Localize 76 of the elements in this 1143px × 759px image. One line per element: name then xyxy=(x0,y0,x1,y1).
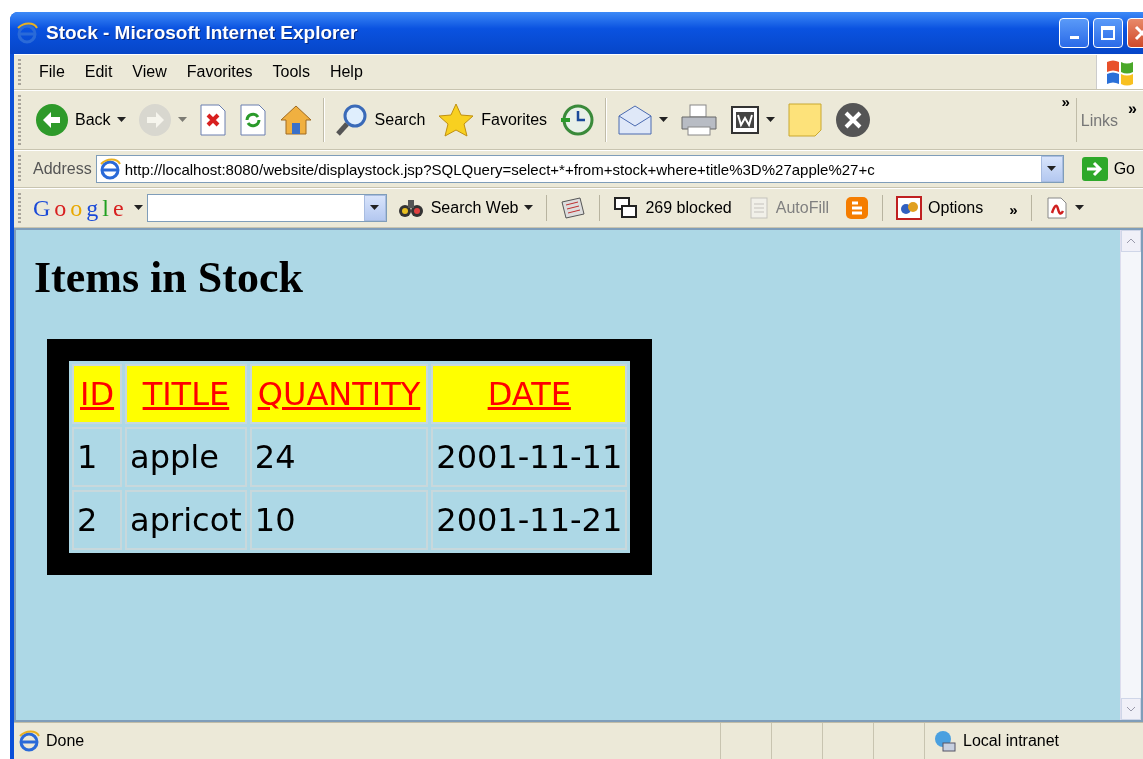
security-zone: Local intranet xyxy=(963,732,1060,750)
links-chevron[interactable]: » xyxy=(1128,100,1137,118)
go-button[interactable]: Go xyxy=(1073,157,1143,181)
browser-icon xyxy=(16,22,38,44)
menu-item[interactable]: Tools xyxy=(262,60,320,84)
blogger-icon xyxy=(845,196,870,220)
binoculars-icon xyxy=(396,197,425,219)
caret-icon[interactable] xyxy=(659,117,669,123)
chevron-down-icon[interactable] xyxy=(370,205,380,211)
document-w-icon xyxy=(730,105,761,135)
chevron-down-icon[interactable] xyxy=(1047,166,1057,172)
table-cell: 2001-11-21 xyxy=(431,490,628,550)
column-header-link[interactable]: QUANTITY xyxy=(257,375,421,413)
window-title: Stock - Microsoft Internet Explorer xyxy=(46,22,359,44)
table-cell: 24 xyxy=(249,427,429,487)
caret-icon[interactable] xyxy=(766,117,776,123)
search-dropdown-button[interactable] xyxy=(363,195,386,221)
menu-item[interactable]: Edit xyxy=(74,60,123,84)
table-cell: apple xyxy=(125,427,247,487)
form-icon xyxy=(747,196,770,220)
favorites-button[interactable]: Favorites xyxy=(431,96,554,144)
house-icon xyxy=(278,104,313,136)
google-logo[interactable]: Google xyxy=(33,194,124,222)
star-icon xyxy=(437,102,476,138)
printer-icon xyxy=(680,103,719,137)
maximize-icon xyxy=(1100,25,1116,41)
scroll-up-icon[interactable] xyxy=(1126,238,1136,244)
stop-icon xyxy=(198,104,227,136)
menu-item[interactable]: File xyxy=(29,60,75,84)
address-dropdown-button[interactable] xyxy=(1040,156,1063,182)
status-text: Done xyxy=(46,732,85,750)
table-cell: 2 xyxy=(72,490,123,550)
back-button[interactable]: Back xyxy=(29,96,132,144)
table-cell: apricot xyxy=(125,490,247,550)
scroll-down-icon[interactable] xyxy=(1126,706,1136,712)
more-chevron[interactable]: » xyxy=(1009,200,1018,218)
caret-icon[interactable] xyxy=(116,117,126,123)
address-field[interactable]: http://localhost:8080/website/displaystock.jsp?SQLQuery=select+*+from+stock+where+title%3D%27apple%27+c xyxy=(95,155,1064,183)
column-header-link[interactable]: TITLE xyxy=(142,375,230,413)
refresh-icon xyxy=(238,104,267,136)
sticky-note-icon xyxy=(787,102,824,138)
clock-icon xyxy=(559,103,596,137)
page-icon xyxy=(18,730,40,752)
popup-button[interactable]: 269 blocked xyxy=(607,196,738,220)
table-cell: 2001-11-11 xyxy=(431,427,628,487)
search-button[interactable]: Search xyxy=(328,96,432,144)
network-icon xyxy=(933,729,957,753)
caret-icon[interactable] xyxy=(524,205,534,211)
caret-icon[interactable] xyxy=(1074,205,1084,211)
envelope-icon xyxy=(617,104,654,136)
caret-icon[interactable] xyxy=(133,205,143,211)
minimize-button[interactable] xyxy=(1059,18,1089,48)
more-chevron[interactable]: » xyxy=(1061,93,1070,110)
table-cell: 10 xyxy=(249,490,429,550)
windows-icon xyxy=(613,196,640,220)
column-header-link[interactable]: ID xyxy=(80,375,115,413)
close-circle-icon xyxy=(835,102,872,138)
maximize-button[interactable] xyxy=(1093,18,1123,48)
search-web-button[interactable]: Search Web xyxy=(390,197,540,219)
column-header-link[interactable]: DATE xyxy=(487,375,571,413)
menu-item[interactable]: Help xyxy=(319,60,373,84)
newspaper-icon xyxy=(560,196,587,220)
search-icon xyxy=(334,103,369,137)
page-icon xyxy=(98,158,121,180)
menu-item[interactable]: View xyxy=(122,60,177,84)
vertical-scrollbar[interactable] xyxy=(1120,230,1141,720)
pdf-icon xyxy=(1044,196,1069,220)
address-label: Address xyxy=(33,160,92,178)
options-button[interactable]: Options xyxy=(890,196,990,220)
table-cell: 1 xyxy=(72,427,123,487)
options-icon xyxy=(896,196,923,220)
google-search-field[interactable] xyxy=(146,194,387,222)
links-label[interactable]: Links xyxy=(1080,112,1119,130)
minimize-icon xyxy=(1069,36,1079,39)
menu-item[interactable]: Favorites xyxy=(176,60,263,84)
page-heading: Items in Stock xyxy=(34,252,304,303)
